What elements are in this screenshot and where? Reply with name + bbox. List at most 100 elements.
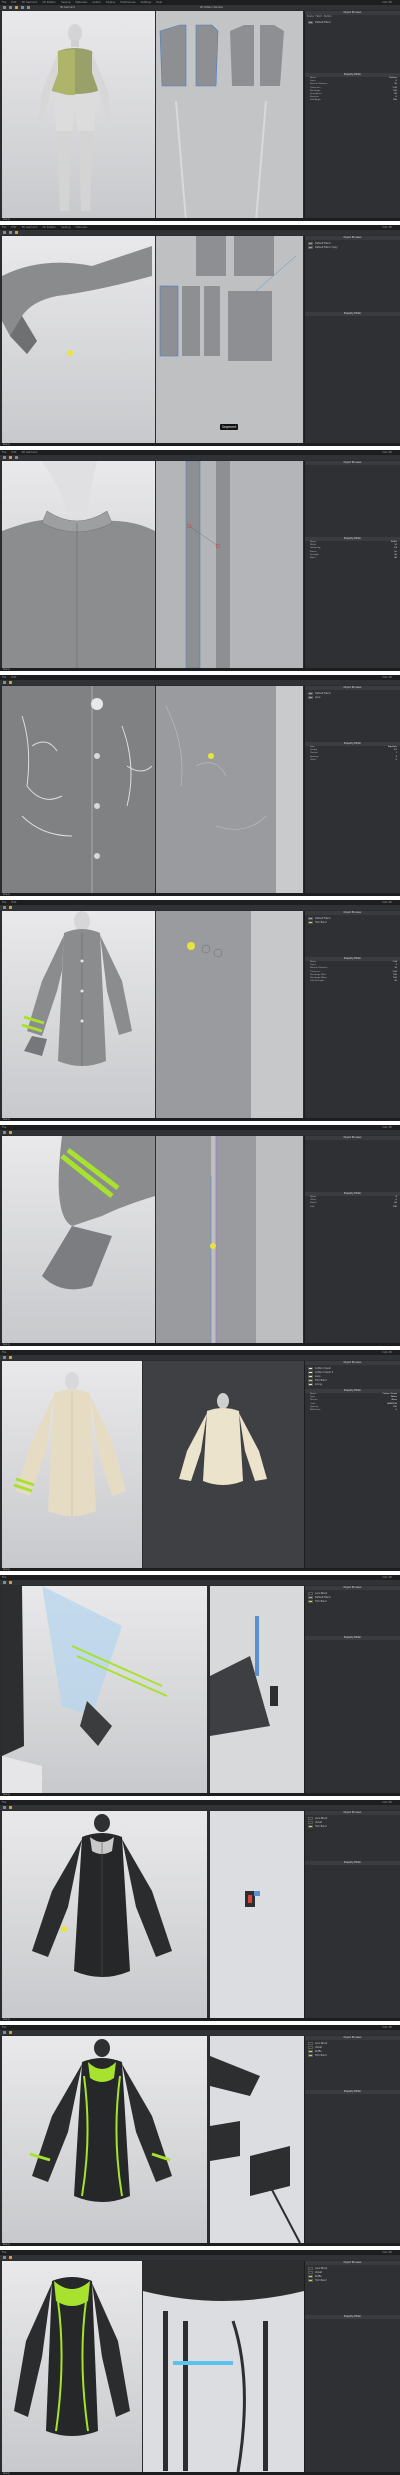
menu-file[interactable]: File	[2, 1351, 6, 1354]
menu-file[interactable]: File	[2, 1576, 6, 1579]
menu-file[interactable]: File	[2, 451, 6, 454]
property-row[interactable]: Reflection 0	[305, 1409, 400, 1412]
menu-3d-garment[interactable]: 3D Garment	[21, 1, 37, 4]
tab-fabric[interactable]: Fabric	[316, 15, 323, 19]
screenshot-frame-10: File CLO-3D Object Browser Lace Black Ve…	[0, 2025, 400, 2246]
viewport-3d[interactable]	[2, 1811, 207, 2018]
viewport-3d[interactable]	[2, 2036, 207, 2243]
menu-file[interactable]: File	[2, 1, 6, 4]
fabric-list: Lace Black Velvet Trim Band	[305, 1815, 400, 1829]
property-editor-title: Property Editor	[305, 1636, 400, 1640]
fabric-item[interactable]: Lace	[308, 695, 397, 699]
menu-3d-garment[interactable]: 3D Garment	[21, 451, 37, 454]
status-bar: Ready	[0, 893, 400, 896]
menu-edit[interactable]: Edit	[11, 226, 16, 229]
menu-materials[interactable]: Materials	[75, 226, 87, 229]
viewport-2d[interactable]	[210, 1586, 304, 1793]
tab-button[interactable]: Button	[324, 15, 331, 19]
menu-2d-pattern[interactable]: 2D Pattern	[42, 226, 56, 229]
property-row[interactable]: Ratio 80	[305, 557, 400, 560]
viewport-3d[interactable]	[2, 2261, 142, 2472]
simulate-icon[interactable]	[15, 6, 18, 9]
fabric-list: Lace Black Default Fabric Trim Band	[305, 1590, 400, 1604]
render-preview	[143, 1361, 304, 1568]
tab-scene[interactable]: Scene	[307, 15, 314, 19]
fabric-item[interactable]: Trim Band	[308, 2278, 397, 2282]
property-row[interactable]: Offset 0	[305, 759, 400, 762]
fabric-item[interactable]: Default Fabric	[308, 20, 397, 24]
sleeve-3d	[2, 246, 152, 356]
move-icon[interactable]	[9, 6, 12, 9]
fabric-item[interactable]: Trim Band	[308, 2053, 397, 2057]
property-row[interactable]: Fold 180	[305, 1206, 400, 1209]
object-browser-panel: Object Browser Property Editor Name Ruffl…	[304, 461, 400, 668]
property-editor-title: Property Editor	[305, 1861, 400, 1865]
viewport-3d[interactable]	[2, 1136, 155, 1343]
menu-edit[interactable]: Edit	[11, 676, 16, 679]
viewport-3d[interactable]	[2, 1361, 142, 1568]
toolbar	[0, 2255, 400, 2260]
fabric-item[interactable]: Lining	[308, 1382, 397, 1386]
menu-preferences[interactable]: Preferences	[120, 1, 135, 4]
menu-sewing[interactable]: Sewing	[61, 226, 70, 229]
menu-file[interactable]: File	[2, 1801, 6, 1804]
viewport-3d[interactable]	[2, 911, 155, 1118]
window-title: CLO-3D	[382, 1576, 392, 1579]
viewport-2d[interactable]	[143, 2261, 304, 2472]
viewport-3d[interactable]	[2, 686, 155, 893]
fabric-list: Default Fabric Trim Band	[305, 915, 400, 925]
property-row[interactable]: Fold Strength 30	[305, 980, 400, 983]
menu-help[interactable]: Help	[156, 1, 162, 4]
viewport-2d[interactable]	[156, 911, 303, 1118]
viewport-render[interactable]	[143, 1361, 304, 1568]
pattern-pieces	[156, 911, 251, 1118]
move-icon[interactable]	[9, 231, 12, 234]
status-bar: Ready	[0, 443, 400, 446]
viewport-2d[interactable]: Segment	[156, 236, 303, 443]
pin-icon[interactable]	[21, 6, 24, 9]
viewport-3d[interactable]	[2, 1586, 207, 1793]
menu-2d-pattern[interactable]: 2D Pattern	[42, 1, 56, 4]
viewport-2d[interactable]	[210, 1811, 304, 2018]
viewport-2d[interactable]	[156, 461, 303, 668]
viewport-3d[interactable]	[2, 236, 155, 443]
menu-materials[interactable]: Materials	[75, 1, 87, 4]
toolbar	[0, 2030, 400, 2035]
menu-file[interactable]: File	[2, 2251, 6, 2254]
menu-edit[interactable]: Edit	[11, 901, 16, 904]
menu-sewing[interactable]: Sewing	[61, 1, 70, 4]
object-browser-panel: Object Browser Scene Fabric Button Defau…	[304, 11, 400, 218]
menu-file[interactable]: File	[2, 1126, 6, 1129]
object-browser-panel: Object Browser Default Fabric Lace Prope…	[304, 686, 400, 893]
status-bar: Ready	[0, 668, 400, 671]
fabric-list: Default Fabric Default Fabric Copy	[305, 240, 400, 250]
viewport-2d[interactable]	[156, 686, 303, 893]
select-icon[interactable]	[3, 231, 6, 234]
menu-file[interactable]: File	[2, 2026, 6, 2029]
property-row[interactable]: Fold Angle 180	[305, 99, 400, 102]
fabric-item[interactable]: Trim Band	[308, 920, 397, 924]
viewport-2d[interactable]	[210, 2036, 304, 2243]
fabric-item[interactable]: Trim Band	[308, 1599, 397, 1603]
toolbar	[0, 1130, 400, 1135]
menu-edit[interactable]: Edit	[11, 1, 16, 4]
menu-avatar[interactable]: Avatar	[92, 1, 100, 4]
menu-file[interactable]: File	[2, 676, 6, 679]
menu-settings[interactable]: Settings	[141, 1, 152, 4]
menu-edit[interactable]: Edit	[11, 451, 16, 454]
fabric-item[interactable]: Default Fabric Copy	[308, 245, 397, 249]
simulate-icon[interactable]	[15, 231, 18, 234]
collar-3d	[2, 461, 155, 668]
viewport-2d[interactable]	[156, 1136, 303, 1343]
menu-file[interactable]: File	[2, 226, 6, 229]
fold-icon[interactable]	[27, 6, 30, 9]
fabric-list: Lace Black Velvet Ruffle Trim Band	[305, 2265, 400, 2283]
viewport-3d[interactable]	[2, 461, 155, 668]
select-icon[interactable]	[3, 6, 6, 9]
viewport-2d[interactable]	[156, 11, 303, 218]
viewport-3d[interactable]	[2, 11, 155, 218]
fabric-item[interactable]: Trim Band	[308, 1824, 397, 1828]
menu-display[interactable]: Display	[106, 1, 116, 4]
menu-3d-garment[interactable]: 3D Garment	[21, 226, 37, 229]
menu-file[interactable]: File	[2, 901, 6, 904]
